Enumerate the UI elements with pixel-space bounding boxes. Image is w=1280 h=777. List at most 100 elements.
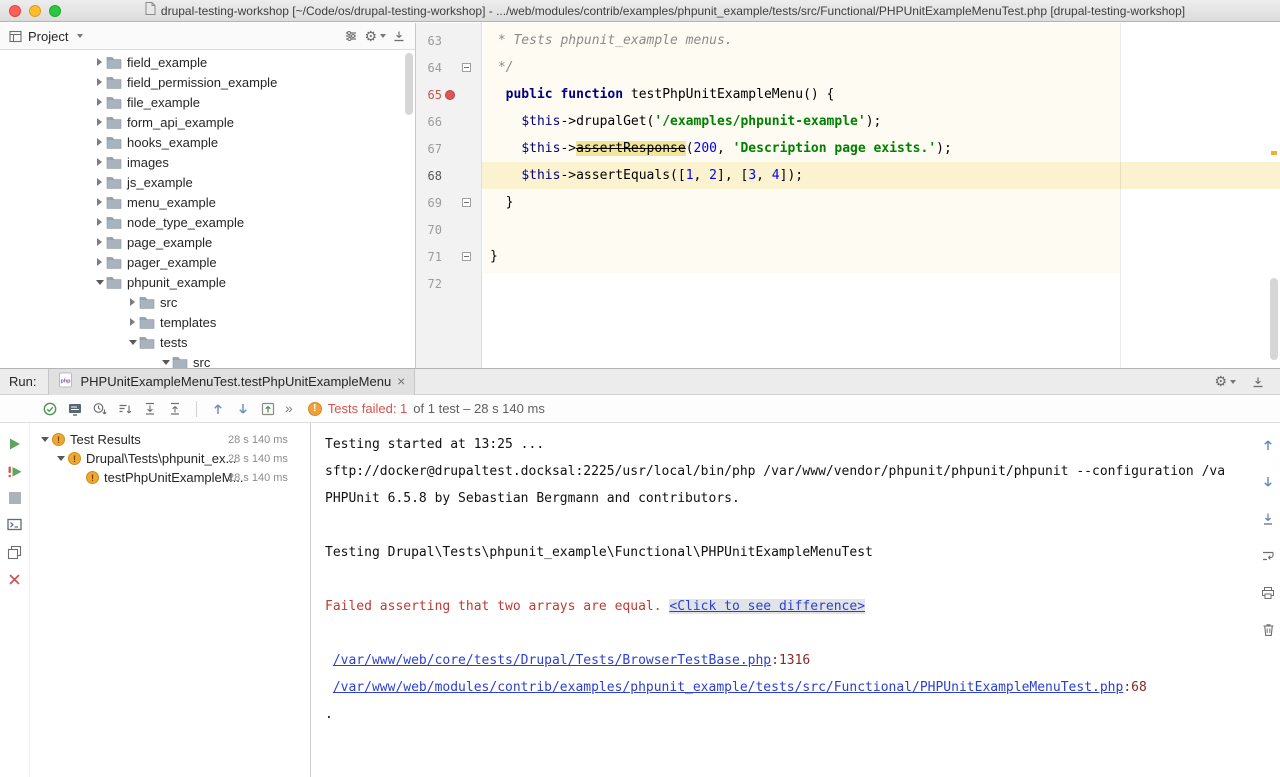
tree-item-file_example[interactable]: file_example [0, 92, 415, 112]
hide-panel-icon[interactable] [1251, 375, 1265, 389]
test-tree-item[interactable]: testPhpUnitExampleM...28 s 140 ms [30, 468, 310, 487]
tree-item-label: field_permission_example [127, 75, 277, 90]
fold-icon[interactable] [462, 63, 471, 72]
rerun-button[interactable] [8, 436, 21, 452]
zoom-window-button[interactable] [49, 5, 61, 17]
code-line-63[interactable]: 63 * Tests phpunit_example menus. [416, 27, 1280, 54]
sort-by-duration-toggle[interactable] [92, 401, 108, 417]
close-tab-icon[interactable] [397, 374, 405, 389]
console-line: PHPUnit 6.5.8 by Sebastian Bergmann and … [325, 485, 1246, 512]
code-line-72[interactable]: 72 [416, 270, 1280, 297]
tree-item-phpunit_example[interactable]: phpunit_example [0, 272, 415, 292]
tree-item-label: node_type_example [127, 215, 244, 230]
expand-all-button[interactable] [142, 401, 158, 417]
tree-item-page_example[interactable]: page_example [0, 232, 415, 252]
fold-icon[interactable] [462, 198, 471, 207]
chevron-right-icon[interactable] [93, 158, 106, 166]
tree-item-src[interactable]: src [0, 352, 415, 368]
test-name: testPhpUnitExampleM... [104, 470, 243, 485]
chevron-right-icon[interactable] [93, 178, 106, 186]
tree-item-menu_example[interactable]: menu_example [0, 192, 415, 212]
line-number: 64 [416, 61, 442, 75]
tree-item-js_example[interactable]: js_example [0, 172, 415, 192]
warning-stripe-mark[interactable] [1271, 151, 1277, 155]
project-toolwindow-icon [9, 30, 22, 43]
project-panel-title[interactable]: Project [28, 29, 68, 44]
code-line-71[interactable]: 71} [416, 243, 1280, 270]
rerun-failed-tests-button[interactable] [7, 463, 23, 479]
show-passed-toggle[interactable] [42, 401, 58, 417]
gear-icon[interactable] [364, 29, 386, 44]
tree-item-form_api_example[interactable]: form_api_example [0, 112, 415, 132]
tree-item-hooks_example[interactable]: hooks_example [0, 132, 415, 152]
navigate-down-button[interactable] [1261, 472, 1275, 499]
previous-failed-test-button[interactable] [210, 401, 226, 417]
chevron-down-icon[interactable] [77, 34, 83, 38]
close-window-button[interactable] [9, 5, 21, 17]
show-ignored-toggle[interactable] [67, 401, 83, 417]
chevron-down-icon[interactable] [93, 280, 106, 285]
chevron-right-icon[interactable] [93, 78, 106, 86]
soft-wrap-button[interactable] [1261, 546, 1275, 573]
tree-item-pager_example[interactable]: pager_example [0, 252, 415, 272]
minimize-window-button[interactable] [29, 5, 41, 17]
chevron-right-icon[interactable] [93, 138, 106, 146]
code-line-65[interactable]: 65 public function testPhpUnitExampleMen… [416, 81, 1280, 108]
chevron-right-icon[interactable] [93, 98, 106, 106]
code-line-69[interactable]: 69 } [416, 189, 1280, 216]
diff-link[interactable]: <Click to see difference> [669, 599, 865, 614]
next-failed-test-button[interactable] [235, 401, 251, 417]
chevron-down-icon[interactable] [126, 340, 139, 345]
test-tree-item[interactable]: Test Results28 s 140 ms [30, 430, 310, 449]
failed-test-gutter-icon[interactable] [445, 90, 455, 100]
close-run-panel-button[interactable] [9, 571, 20, 587]
chevron-right-icon[interactable] [126, 298, 139, 306]
chevron-right-icon[interactable] [126, 318, 139, 326]
stack-trace-link[interactable]: /var/www/web/modules/contrib/examples/ph… [333, 680, 1124, 695]
stop-button[interactable] [9, 490, 21, 506]
restore-layout-button[interactable] [7, 544, 22, 560]
settings-sliders-icon[interactable] [344, 29, 358, 43]
code-line-64[interactable]: 64 */ [416, 54, 1280, 81]
editor-scrollbar[interactable] [1270, 278, 1278, 360]
tree-item-node_type_example[interactable]: node_type_example [0, 212, 415, 232]
tree-item-templates[interactable]: templates [0, 312, 415, 332]
chevron-right-icon[interactable] [93, 118, 106, 126]
test-tree-item[interactable]: Drupal\Tests\phpunit_ex...28 s 140 ms [30, 449, 310, 468]
show-output-console-button[interactable] [7, 517, 22, 533]
gear-icon[interactable] [1214, 374, 1236, 389]
tree-item-src[interactable]: src [0, 292, 415, 312]
chevron-right-icon[interactable] [93, 258, 106, 266]
print-button[interactable] [1261, 583, 1275, 610]
php-file-icon: php [58, 372, 74, 391]
code-line-67[interactable]: 67 $this->assertResponse(200, 'Descripti… [416, 135, 1280, 162]
tree-item-tests[interactable]: tests [0, 332, 415, 352]
chevron-right-icon[interactable] [93, 218, 106, 226]
project-tree: field_example field_permission_examplefil… [0, 50, 415, 368]
tree-item-images[interactable]: images [0, 152, 415, 172]
project-scrollbar[interactable] [405, 53, 413, 115]
chevron-right-icon[interactable] [93, 198, 106, 206]
chevron-right-icon[interactable] [93, 238, 106, 246]
navigate-up-button[interactable] [1261, 435, 1275, 462]
editor[interactable]: 63 * Tests phpunit_example menus.64 */65… [416, 23, 1280, 368]
hide-panel-icon[interactable] [392, 29, 406, 43]
run-tab[interactable]: php PHPUnitExampleMenuTest.testPhpUnitEx… [48, 369, 415, 395]
code-line-70[interactable]: 70 [416, 216, 1280, 243]
stack-trace-link[interactable]: /var/www/web/core/tests/Drupal/Tests/Bro… [333, 653, 771, 668]
tree-item-field_permission_example[interactable]: field_permission_example [0, 72, 415, 92]
fold-icon[interactable] [462, 252, 471, 261]
chevron-right-icon[interactable] [93, 58, 106, 66]
chevron-double-icon[interactable] [285, 400, 293, 418]
code-line-68[interactable]: 68 $this->assertEquals([1, 2], [3, 4]); [416, 162, 1280, 189]
chevron-down-icon[interactable] [54, 456, 68, 461]
collapse-all-button[interactable] [167, 401, 183, 417]
scroll-to-end-button[interactable] [1261, 509, 1275, 536]
clear-console-button[interactable] [1262, 620, 1275, 647]
chevron-down-icon[interactable] [159, 360, 172, 365]
import-test-results-button[interactable] [260, 401, 276, 417]
chevron-down-icon[interactable] [38, 437, 52, 442]
sort-alphabetically-toggle[interactable] [117, 401, 133, 417]
code-line-66[interactable]: 66 $this->drupalGet('/examples/phpunit-e… [416, 108, 1280, 135]
tree-item-field_example[interactable]: field_example [0, 52, 415, 72]
